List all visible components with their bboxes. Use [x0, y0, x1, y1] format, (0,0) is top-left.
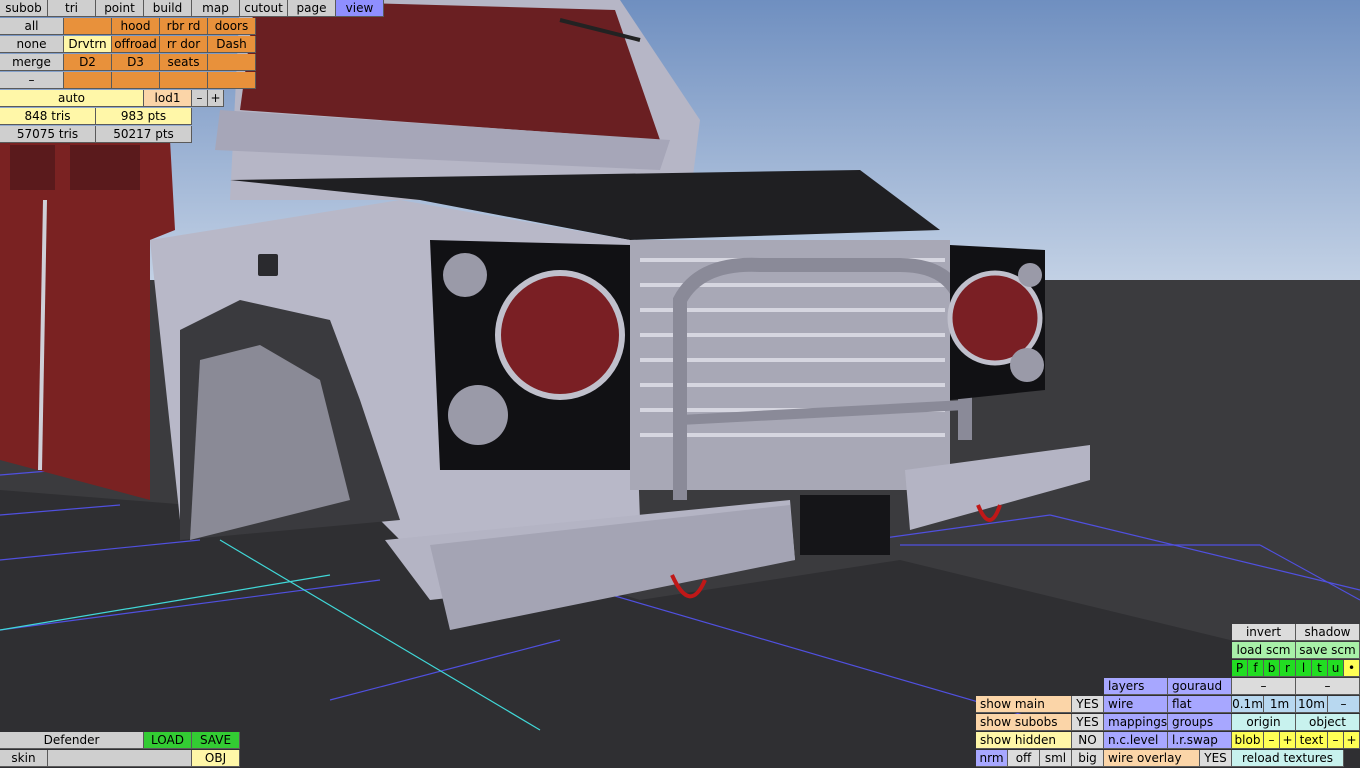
subob-dash[interactable]: Dash	[208, 36, 256, 53]
lod-minus-button[interactable]: –	[192, 90, 208, 107]
menu-view[interactable]: view	[336, 0, 384, 17]
total-tris-count: 57075 tris	[0, 126, 96, 143]
lod-auto-button[interactable]: auto	[0, 90, 144, 107]
show-main-value[interactable]: YES	[1072, 696, 1104, 713]
normals-label: nrm	[976, 750, 1008, 767]
dash-right-button[interactable]: –	[1296, 678, 1360, 695]
grid-off-button[interactable]: –	[1328, 696, 1360, 713]
wire-overlay-button[interactable]: wire overlay	[1104, 750, 1200, 767]
subob-d2[interactable]: D2	[64, 54, 112, 71]
show-subobs-value[interactable]: YES	[1072, 714, 1104, 731]
subob-slot[interactable]	[208, 72, 256, 89]
mappings-button[interactable]: mappings	[1104, 714, 1168, 731]
invert-button[interactable]: invert	[1232, 624, 1296, 641]
subob-hood[interactable]: hood	[112, 18, 160, 35]
nc-level-button[interactable]: n.c.level	[1104, 732, 1168, 749]
grid-1m-button[interactable]: 1m	[1264, 696, 1296, 713]
blob-plus-button[interactable]: +	[1280, 732, 1296, 749]
blob-minus-button[interactable]: –	[1264, 732, 1280, 749]
menu-point[interactable]: point	[96, 0, 144, 17]
normals-big-button[interactable]: big	[1072, 750, 1104, 767]
lod-plus-button[interactable]: +	[208, 90, 224, 107]
subob-seats[interactable]: seats	[160, 54, 208, 71]
menu-cutout[interactable]: cutout	[240, 0, 288, 17]
menu-page[interactable]: page	[288, 0, 336, 17]
normals-off-button[interactable]: off	[1008, 750, 1040, 767]
grid-0-1m-button[interactable]: 0.1m	[1232, 696, 1264, 713]
menu-map[interactable]: map	[192, 0, 240, 17]
skin-label: skin	[0, 750, 48, 767]
selected-pts-count: 983 pts	[96, 108, 192, 125]
show-hidden-value[interactable]: NO	[1072, 732, 1104, 749]
menu-tri[interactable]: tri	[48, 0, 96, 17]
total-pts-count: 50217 pts	[96, 126, 192, 143]
subob-doors[interactable]: doors	[208, 18, 256, 35]
lod-selector[interactable]: lod1	[144, 90, 192, 107]
subob-rr-dor[interactable]: rr dor	[160, 36, 208, 53]
view-back-button[interactable]: b	[1264, 660, 1280, 677]
view-under-button[interactable]: u	[1328, 660, 1344, 677]
subob-rbr-rd[interactable]: rbr rd	[160, 18, 208, 35]
subob-drvtrn[interactable]: Drvtrn	[64, 36, 112, 53]
normals-small-button[interactable]: sml	[1040, 750, 1072, 767]
object-button[interactable]: object	[1296, 714, 1360, 731]
selected-tris-count: 848 tris	[0, 108, 96, 125]
subob-slot[interactable]	[208, 54, 256, 71]
reload-textures-button[interactable]: reload textures	[1232, 750, 1344, 767]
flat-button[interactable]: flat	[1168, 696, 1232, 713]
model-name-field[interactable]: Defender	[0, 732, 144, 749]
subob-offroad[interactable]: offroad	[112, 36, 160, 53]
subob-slot[interactable]	[112, 72, 160, 89]
subob-slot[interactable]	[64, 72, 112, 89]
subob-slot[interactable]	[64, 18, 112, 35]
obj-export-button[interactable]: OBJ	[192, 750, 240, 767]
subob-slot[interactable]	[160, 72, 208, 89]
origin-button[interactable]: origin	[1232, 714, 1296, 731]
dash-left-button[interactable]: –	[1232, 678, 1296, 695]
text-minus-button[interactable]: –	[1328, 732, 1344, 749]
save-button[interactable]: SAVE	[192, 732, 240, 749]
subob-d3[interactable]: D3	[112, 54, 160, 71]
text-plus-button[interactable]: +	[1344, 732, 1360, 749]
layers-button[interactable]: layers	[1104, 678, 1168, 695]
view-perspective-button[interactable]: P	[1232, 660, 1248, 677]
wire-button[interactable]: wire	[1104, 696, 1168, 713]
groups-button[interactable]: groups	[1168, 714, 1232, 731]
shadow-button[interactable]: shadow	[1296, 624, 1360, 641]
show-hidden-label[interactable]: show hidden	[976, 732, 1072, 749]
grid-10m-button[interactable]: 10m	[1296, 696, 1328, 713]
blob-button[interactable]: blob	[1232, 732, 1264, 749]
select-all-button[interactable]: all	[0, 18, 64, 35]
dash-button[interactable]: –	[0, 72, 64, 89]
load-scm-button[interactable]: load scm	[1232, 642, 1296, 659]
wire-overlay-value[interactable]: YES	[1200, 750, 1232, 767]
show-main-label[interactable]: show main	[976, 696, 1072, 713]
lr-swap-button[interactable]: l.r.swap	[1168, 732, 1232, 749]
skin-field[interactable]	[48, 750, 192, 767]
menu-build[interactable]: build	[144, 0, 192, 17]
merge-button[interactable]: merge	[0, 54, 64, 71]
menu-subob[interactable]: subob	[0, 0, 48, 17]
view-left-button[interactable]: l	[1296, 660, 1312, 677]
load-button[interactable]: LOAD	[144, 732, 192, 749]
view-right-button[interactable]: r	[1280, 660, 1296, 677]
select-none-button[interactable]: none	[0, 36, 64, 53]
3d-viewport[interactable]	[0, 0, 1360, 768]
gouraud-button[interactable]: gouraud	[1168, 678, 1232, 695]
view-front-button[interactable]: f	[1248, 660, 1264, 677]
show-subobs-label[interactable]: show subobs	[976, 714, 1072, 731]
save-scm-button[interactable]: save scm	[1296, 642, 1360, 659]
text-button[interactable]: text	[1296, 732, 1328, 749]
view-dot-button[interactable]: •	[1344, 660, 1360, 677]
view-top-button[interactable]: t	[1312, 660, 1328, 677]
